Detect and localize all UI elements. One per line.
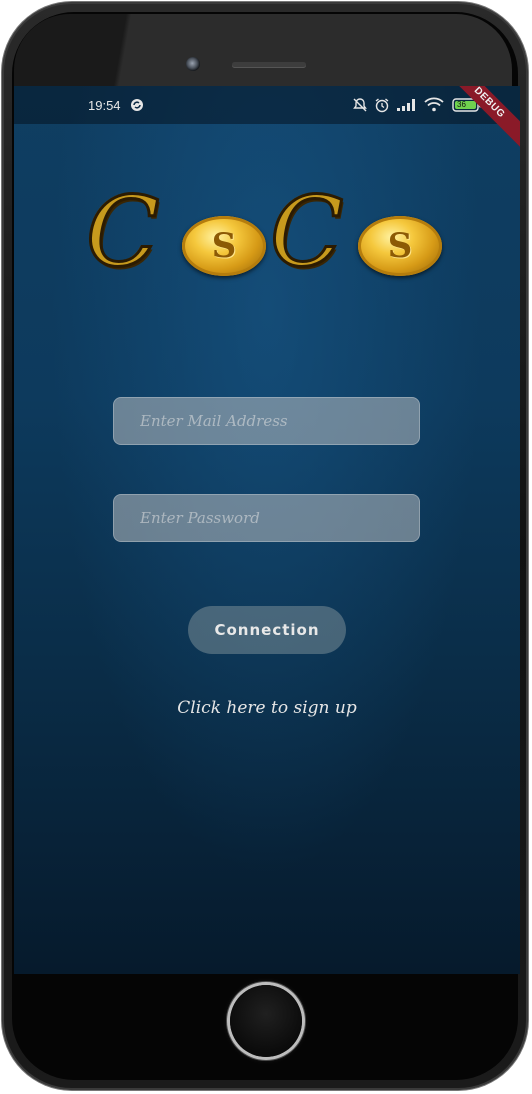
email-input[interactable] — [138, 411, 395, 431]
earpiece-speaker — [232, 62, 306, 67]
logo-letter-c-1: C — [84, 176, 160, 288]
signup-link[interactable]: Click here to sign up — [14, 698, 520, 718]
top-bezel — [14, 14, 512, 86]
password-field[interactable] — [113, 494, 420, 542]
sync-icon — [131, 99, 143, 111]
logo-coin-2: S — [358, 216, 442, 276]
debug-banner: DEBUG — [436, 86, 520, 156]
status-time: 19:54 — [88, 98, 121, 113]
app-screen: 19:54 36 DEBUG C S C S Enter Mail Addres… — [14, 86, 520, 974]
home-button[interactable] — [230, 985, 302, 1057]
email-field[interactable] — [113, 397, 420, 445]
logo-letter-c-2: C — [268, 176, 344, 288]
wifi-icon — [424, 97, 444, 112]
status-bar: 19:54 36 DEBUG — [14, 86, 520, 156]
logo-coin-1: S — [182, 216, 266, 276]
connection-button[interactable]: Connection — [188, 606, 346, 654]
password-input[interactable] — [138, 508, 395, 528]
signal-icon — [397, 99, 415, 111]
front-camera — [186, 57, 200, 71]
coco-logo: C S C S — [84, 183, 448, 286]
battery-level: 36 — [457, 100, 466, 109]
notifications-off-icon — [353, 98, 367, 112]
alarm-icon — [375, 98, 389, 113]
